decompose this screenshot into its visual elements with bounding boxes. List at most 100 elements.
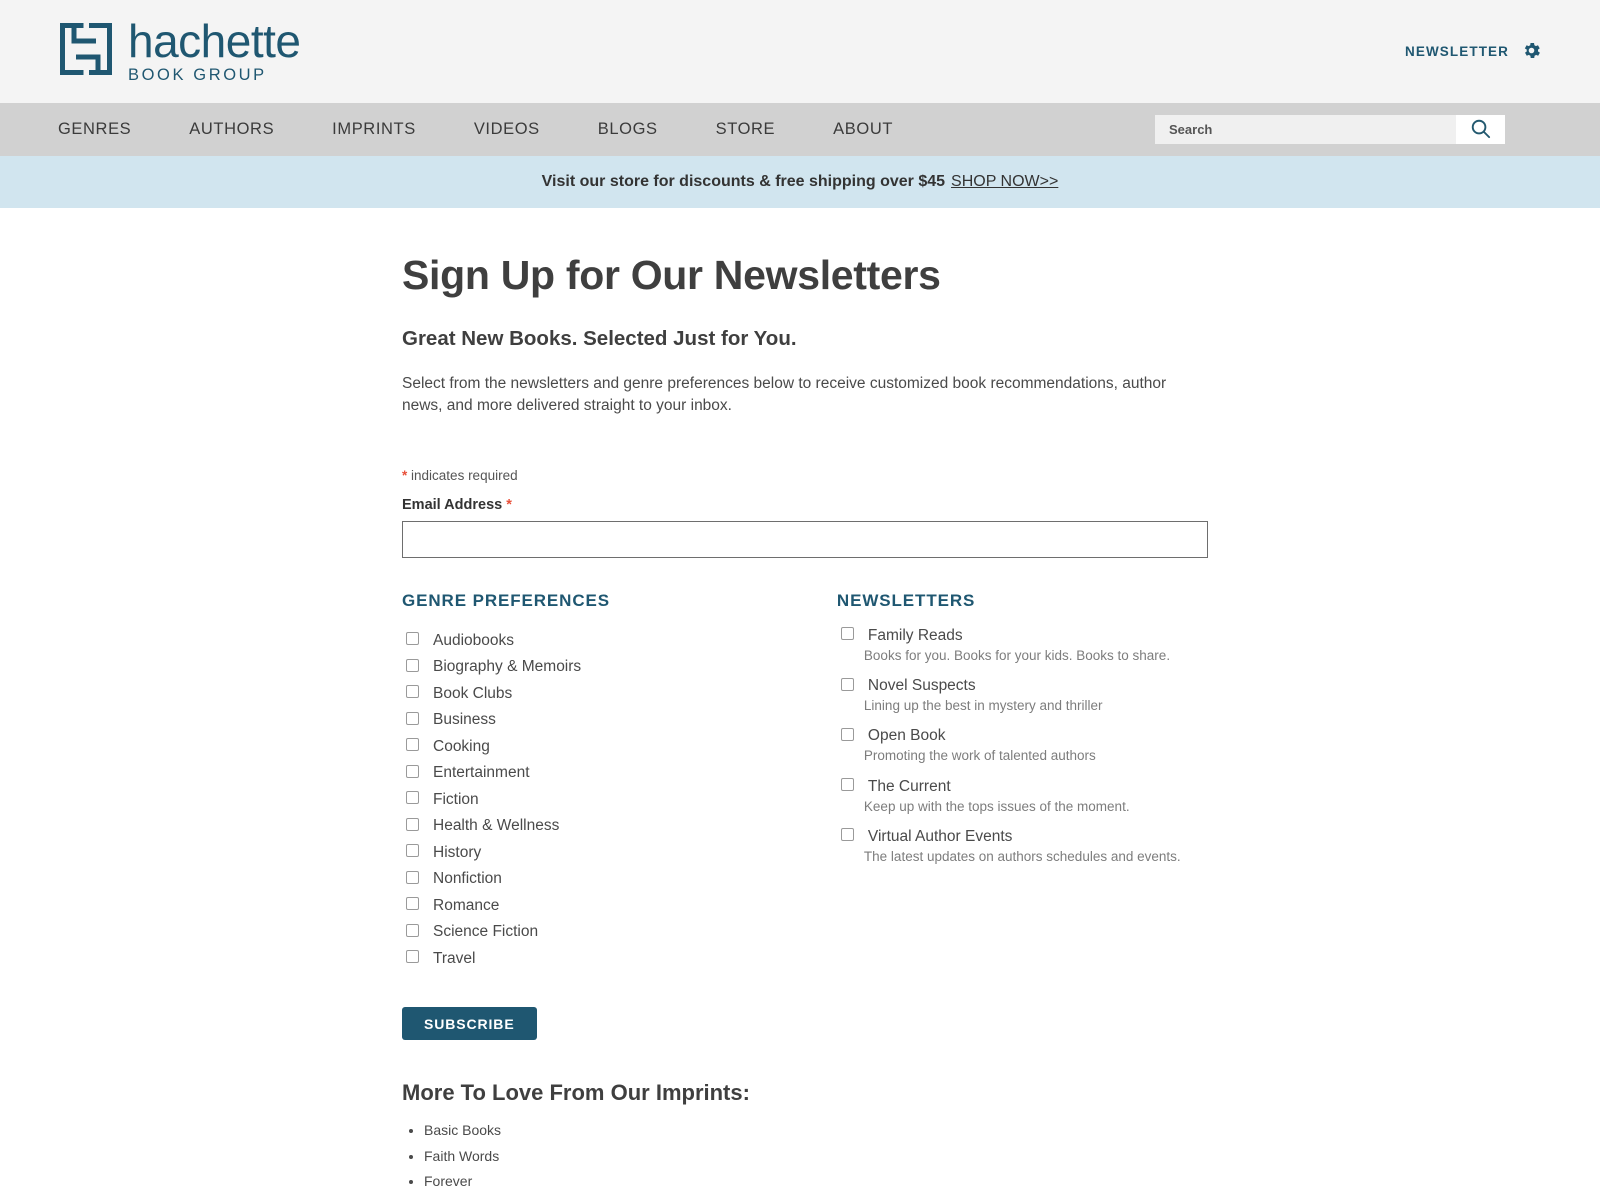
newsletter-checkbox-family-reads[interactable] [840, 627, 854, 641]
genre-checkbox-audiobooks[interactable] [406, 632, 419, 646]
required-note-label: indicates required [411, 467, 518, 483]
newsletter-checkbox-open-book[interactable] [840, 727, 854, 741]
genre-checkbox-health-wellness[interactable] [406, 817, 419, 831]
newsletter-item: Novel Suspects Lining up the best in mys… [837, 677, 1210, 714]
newsletter-label[interactable]: Virtual Author Events [868, 828, 1012, 845]
genre-label[interactable]: Nonfiction [433, 870, 502, 887]
genre-label[interactable]: Science Fiction [433, 923, 538, 940]
genre-label[interactable]: Business [433, 711, 496, 728]
genre-label[interactable]: Biography & Memoirs [433, 658, 581, 675]
newsletter-row[interactable]: Open Book [837, 727, 1210, 744]
email-field-label: Email Address * [402, 497, 1210, 513]
required-note: * indicates required [402, 468, 1210, 483]
newsletters-column: NEWSLETTERS Family Reads Books for you. … [837, 591, 1210, 972]
nav-item-videos[interactable]: VIDEOS [445, 120, 569, 139]
logo-wordmark-primary: hachette [128, 14, 301, 67]
shop-now-link[interactable]: SHOP NOW>> [951, 173, 1058, 191]
list-item[interactable]: Basic Books [424, 1122, 1210, 1138]
genre-row[interactable]: Travel [402, 945, 837, 972]
genre-row[interactable]: Biography & Memoirs [402, 653, 837, 680]
genre-row[interactable]: Romance [402, 892, 837, 919]
newsletter-item: The Current Keep up with the tops issues… [837, 778, 1210, 815]
nav-item-genres[interactable]: GENRES [58, 120, 160, 139]
newsletter-label[interactable]: Open Book [868, 727, 946, 744]
promo-text: Visit our store for discounts & free shi… [541, 173, 946, 190]
genre-checkbox-biography-memoirs[interactable] [406, 658, 419, 672]
newsletter-item: Family Reads Books for you. Books for yo… [837, 627, 1210, 664]
newsletter-item: Open Book Promoting the work of talented… [837, 727, 1210, 764]
genre-row[interactable]: Fiction [402, 786, 837, 813]
nav-item-about[interactable]: ABOUT [804, 120, 922, 139]
nav-item-authors[interactable]: AUTHORS [160, 120, 303, 139]
search-icon [1469, 117, 1492, 143]
page-title: Sign Up for Our Newsletters [402, 252, 941, 298]
newsletters-heading: NEWSLETTERS [836, 590, 976, 610]
genre-row[interactable]: Book Clubs [402, 680, 837, 707]
genre-row[interactable]: Cooking [402, 733, 837, 760]
newsletter-row[interactable]: Virtual Author Events [837, 828, 1210, 845]
subscribe-button[interactable]: SUBSCRIBE [402, 1007, 537, 1041]
genre-label[interactable]: Cooking [433, 738, 490, 755]
page-intro-text: Select from the newsletters and genre pr… [402, 375, 1167, 415]
genre-checkbox-entertainment[interactable] [406, 764, 419, 778]
genre-row[interactable]: Science Fiction [402, 918, 837, 945]
newsletter-checkbox-the-current[interactable] [840, 778, 854, 792]
newsletter-header-link[interactable]: NEWSLETTER [1405, 40, 1542, 64]
genre-row[interactable]: Entertainment [402, 759, 837, 786]
list-item[interactable]: Faith Words [424, 1148, 1210, 1164]
email-input[interactable] [402, 520, 1208, 558]
newsletter-row[interactable]: Novel Suspects [837, 677, 1210, 694]
genre-checkbox-romance[interactable] [406, 897, 419, 911]
genre-row[interactable]: Business [402, 706, 837, 733]
gear-icon[interactable] [1521, 40, 1542, 64]
main-navigation: GENRES AUTHORS IMPRINTS VIDEOS BLOGS STO… [0, 103, 1600, 156]
search-bar [1155, 115, 1505, 144]
genre-label[interactable]: Fiction [433, 791, 479, 808]
newsletter-label[interactable]: The Current [868, 778, 951, 795]
genre-label[interactable]: Health & Wellness [433, 817, 559, 834]
genre-checkbox-business[interactable] [406, 711, 419, 725]
genre-label[interactable]: Audiobooks [433, 632, 514, 649]
genre-checkbox-nonfiction[interactable] [406, 870, 419, 884]
genre-label[interactable]: Book Clubs [433, 685, 512, 702]
genre-checkbox-travel[interactable] [406, 950, 419, 964]
newsletter-row[interactable]: Family Reads [837, 627, 1210, 644]
nav-items: GENRES AUTHORS IMPRINTS VIDEOS BLOGS STO… [58, 120, 922, 139]
list-item[interactable]: Forever [424, 1173, 1210, 1189]
genre-row[interactable]: History [402, 839, 837, 866]
newsletter-checkbox-novel-suspects[interactable] [840, 677, 854, 691]
genre-row[interactable]: Audiobooks [402, 627, 837, 654]
genre-label[interactable]: Travel [433, 950, 476, 967]
newsletter-description: Promoting the work of talented authors [863, 748, 1096, 764]
genre-label[interactable]: History [433, 844, 481, 861]
search-input[interactable] [1155, 115, 1456, 144]
newsletter-header-label: NEWSLETTER [1405, 44, 1509, 59]
newsletter-checkbox-virtual-author-events[interactable] [840, 828, 854, 842]
newsletter-description: Keep up with the tops issues of the mome… [863, 798, 1130, 814]
main-content: Sign Up for Our Newsletters Great New Bo… [390, 208, 1210, 1200]
genre-checkbox-cooking[interactable] [406, 738, 419, 752]
genre-row[interactable]: Nonfiction [402, 865, 837, 892]
newsletter-description: The latest updates on authors schedules … [863, 848, 1181, 864]
newsletter-label[interactable]: Novel Suspects [868, 677, 976, 694]
nav-item-store[interactable]: STORE [687, 120, 805, 139]
genre-row[interactable]: Health & Wellness [402, 812, 837, 839]
genre-label[interactable]: Romance [433, 897, 499, 914]
genre-checkbox-book-clubs[interactable] [406, 685, 419, 699]
genre-checkbox-history[interactable] [406, 844, 419, 858]
newsletter-description: Lining up the best in mystery and thrill… [863, 698, 1103, 714]
newsletter-row[interactable]: The Current [837, 778, 1210, 795]
required-asterisk: * [402, 467, 408, 483]
imprints-list: Basic Books Faith Words Forever Grand Ce… [402, 1122, 1210, 1200]
site-logo[interactable]: hachette BOOK GROUP [58, 14, 301, 85]
genre-label[interactable]: Entertainment [433, 764, 530, 781]
genre-checkbox-fiction[interactable] [406, 791, 419, 805]
nav-item-blogs[interactable]: BLOGS [569, 120, 687, 139]
genre-checkbox-science-fiction[interactable] [406, 923, 419, 937]
site-header: hachette BOOK GROUP NEWSLETTER [0, 0, 1600, 103]
nav-item-imprints[interactable]: IMPRINTS [303, 120, 445, 139]
page-subtitle: Great New Books. Selected Just for You. [402, 327, 797, 350]
search-submit-button[interactable] [1456, 115, 1505, 144]
newsletter-label[interactable]: Family Reads [868, 627, 963, 644]
genre-preferences-column: GENRE PREFERENCES Audiobooks Biography &… [402, 591, 837, 972]
